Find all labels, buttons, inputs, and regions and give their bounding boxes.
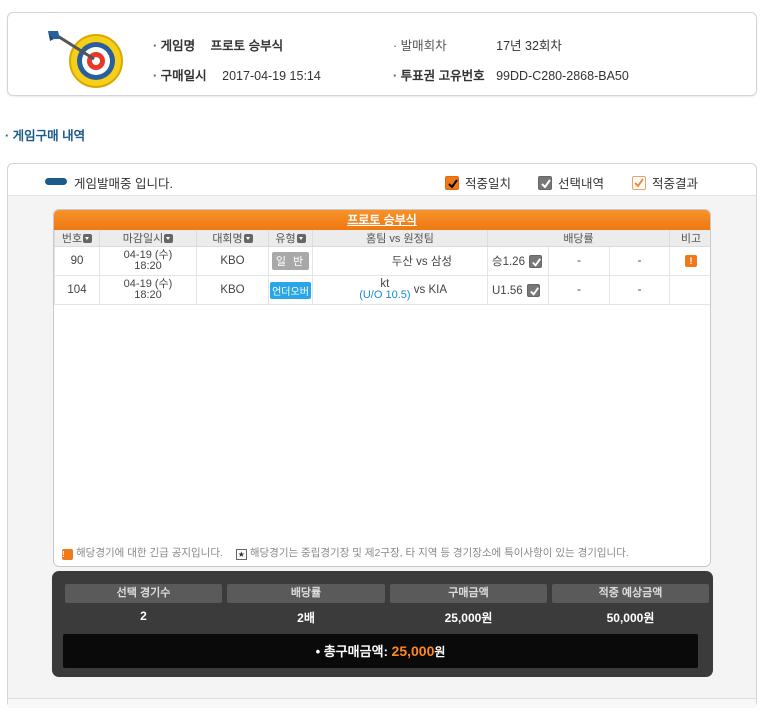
row-deadline: 04-19 (수) 18:20 (99, 246, 197, 276)
row-note (669, 275, 710, 305)
total-unit: 원 (434, 645, 446, 659)
sort-icon (243, 234, 253, 243)
table-footnote: ! 해당경기에 대한 긴급 공지입니다. ★ 해당경기는 중립경기장 및 제2구장,… (62, 547, 629, 560)
summary-header-amount: 구매금액 (390, 584, 547, 603)
summary-value-expected: 50,000원 (606, 611, 655, 625)
total-amount: 25,000 (391, 643, 435, 659)
row-league: KBO (196, 246, 269, 276)
summary-value-odds: 2배 (297, 611, 315, 625)
total-label: 총구매금액: (323, 644, 388, 659)
checkbox-gray-icon (538, 176, 552, 190)
game-name-value: 프로토 승부식 (210, 39, 284, 53)
purchase-time-label: 구매일시 (153, 65, 207, 84)
status-pill-icon (45, 178, 67, 185)
checkbox-gray-icon (526, 283, 540, 297)
row-match: 두산 vs 삼성 (312, 246, 488, 276)
row-type: 언더오버 (268, 275, 313, 305)
summary-value-amount: 25,000원 (444, 611, 493, 625)
sort-icon (296, 234, 306, 243)
checkbox-outline-icon (632, 176, 646, 190)
status-header: 게임발매중 입니다. 적중일치 선택내역 적중결과 (8, 164, 756, 196)
summary-header-odds: 배당률 (227, 584, 385, 603)
total-amount-bar: • 총구매금액: 25,000원 (63, 634, 698, 668)
col-header-note: 비고 (669, 230, 710, 247)
round-value: 17년 32회차 (496, 39, 562, 53)
ticket-info-card: 게임명 프로토 승부식 발매회차 17년 32회차 구매일시 2017-04-1… (7, 12, 757, 96)
ticket-id-value: 99DD-C280-2868-BA50 (496, 69, 629, 83)
star-icon: ★ (235, 549, 247, 560)
summary-header-count: 선택 경기수 (65, 584, 222, 603)
row-odds-draw[interactable]: - (548, 246, 610, 276)
section-title: 게임구매 내역 (5, 125, 85, 144)
table-row: 90 04-19 (수) 18:20 KBO 일 반 두산 vs 삼성 승1.26… (54, 246, 710, 276)
row-type: 일 반 (268, 246, 313, 276)
row-odds-selected[interactable]: U1.56 (487, 275, 549, 305)
legend-result-label: 적중결과 (652, 177, 699, 191)
col-header-teams: 홈팀 vs 원정팀 (312, 230, 488, 247)
purchase-time-value: 2017-04-19 15:14 (222, 69, 321, 83)
ticket-id-label: 투표권 고유번호 (393, 65, 485, 84)
legend-match: 적중일치 (445, 173, 511, 192)
sale-status-text: 게임발매중 입니다. (74, 177, 173, 191)
row-no: 104 (54, 275, 100, 305)
row-match: kt (U/O 10.5) vs KIA (312, 275, 488, 305)
legend-match-label: 적중일치 (465, 177, 512, 191)
row-odds-away[interactable]: - (608, 246, 671, 276)
type-badge: 언더오버 (270, 281, 311, 299)
target-dart-icon (48, 31, 123, 88)
col-header-no[interactable]: 번호 (54, 230, 100, 247)
summary-value-count: 2 (140, 609, 147, 623)
table-row: 104 04-19 (수) 18:20 KBO 언더오버 kt (U/O 10.5… (54, 275, 710, 305)
checkbox-orange-icon (445, 176, 459, 190)
sort-icon (164, 234, 174, 243)
row-odds-away[interactable]: - (608, 275, 671, 305)
legend-result: 적중결과 (632, 173, 698, 192)
warning-icon: ! (685, 255, 698, 267)
purchase-detail-panel: 게임발매중 입니다. 적중일치 선택내역 적중결과 프로토 승부식 번호 마감일… (7, 163, 757, 708)
summary-header-expected: 적중 예상금액 (552, 584, 709, 603)
type-badge: 일 반 (271, 252, 310, 270)
summary-panel: 선택 경기수 배당률 구매금액 적중 예상금액 2 2배 25,000원 50,… (52, 571, 713, 677)
games-table-panel: 프로토 승부식 번호 마감일시 대회명 유형 홈팀 vs 원정팀 배당률 비고 (53, 209, 711, 567)
col-header-type[interactable]: 유형 (268, 230, 313, 247)
col-header-deadline[interactable]: 마감일시 (99, 230, 197, 247)
sort-icon (83, 234, 93, 243)
table-title: 프로토 승부식 (54, 210, 710, 230)
checkbox-gray-icon (528, 255, 542, 268)
games-table: 번호 마감일시 대회명 유형 홈팀 vs 원정팀 배당률 비고 90 04-19… (54, 230, 710, 305)
row-odds-selected[interactable]: 승1.26 (487, 246, 549, 276)
bottom-divider (8, 698, 756, 708)
row-odds-draw[interactable]: - (548, 275, 610, 305)
game-name-label: 게임명 (153, 35, 196, 54)
col-header-league[interactable]: 대회명 (196, 230, 269, 247)
col-header-odds: 배당률 (486, 230, 671, 247)
row-deadline: 04-19 (수) 18:20 (99, 275, 197, 305)
row-league: KBO (196, 275, 269, 305)
warning-icon: ! (62, 549, 73, 560)
row-note[interactable]: ! (669, 246, 710, 276)
round-label: 발매회차 (393, 35, 447, 54)
legend-selection: 선택내역 (538, 173, 604, 192)
row-no: 90 (54, 246, 100, 276)
legend-selection-label: 선택내역 (558, 177, 605, 191)
